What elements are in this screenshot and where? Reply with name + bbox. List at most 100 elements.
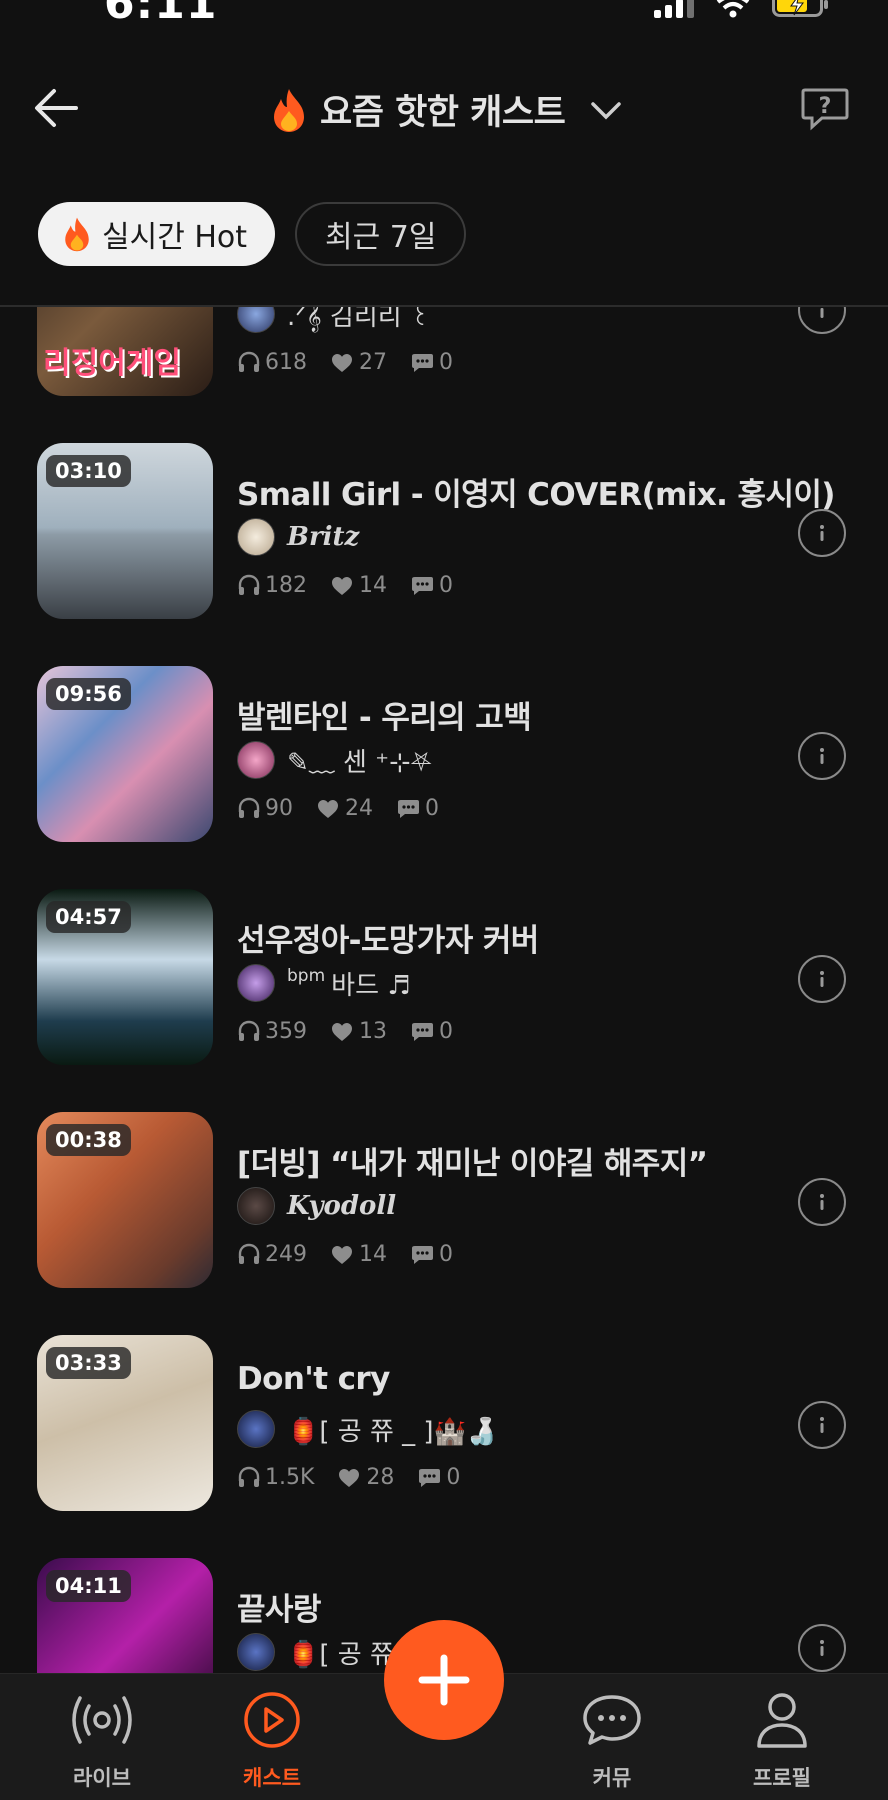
info-button[interactable] <box>798 955 846 1003</box>
status-bar: 6:11 <box>0 0 888 29</box>
list-item[interactable]: 리징어게임 .ᐟ𝄞 김리리 ꒰ 618 27 0 <box>0 307 888 443</box>
cast-title[interactable]: [더빙] “내가 재미난 이야길 해주지” <box>237 1138 708 1183</box>
author[interactable]: 🏮[ 공 쮸 _ ]🏰🍶 <box>237 1410 498 1448</box>
heart-icon <box>318 799 338 818</box>
help-icon: ? <box>801 88 849 131</box>
tab-profile[interactable]: 프로필 <box>722 1690 842 1792</box>
info-button[interactable] <box>798 732 846 780</box>
community-icon <box>583 1695 641 1745</box>
author[interactable]: Britz <box>237 518 359 556</box>
create-button[interactable] <box>384 1620 504 1740</box>
headphones-icon <box>238 1243 260 1264</box>
chip-recent-7-days[interactable]: 최근 7일 <box>295 202 467 266</box>
comment-icon <box>419 1468 441 1487</box>
cast-thumbnail[interactable]: 03:33 <box>37 1335 213 1511</box>
stat-value: 13 <box>359 1019 387 1044</box>
cast-thumbnail[interactable]: 리징어게임 <box>37 307 213 396</box>
author[interactable]: .ᐟ𝄞 김리리 ꒰ <box>237 307 430 333</box>
like-count[interactable]: 14 <box>329 573 387 598</box>
tab-community[interactable]: 커뮤 <box>552 1690 672 1792</box>
stat-value: 0 <box>439 1242 453 1267</box>
heart-icon <box>332 353 352 372</box>
list-item[interactable]: 09:56 발렌타인 - 우리의 고백 ✎﹏ 센 ⁺⊹⛧ 90 24 0 <box>0 666 888 889</box>
comment-icon <box>398 799 419 818</box>
cast-list[interactable]: 리징어게임 .ᐟ𝄞 김리리 ꒰ 618 27 0 03:10 Small Girl - 이영… <box>0 307 888 1674</box>
like-count[interactable]: 27 <box>329 350 387 375</box>
comment-count[interactable]: 0 <box>409 1019 453 1044</box>
author-name: 🏮[ 공 쮸 <box>287 1639 394 1670</box>
fire-icon <box>274 88 304 132</box>
wifi-icon <box>716 0 750 18</box>
info-button[interactable] <box>798 1401 846 1449</box>
cast-thumbnail[interactable]: 04:11 <box>37 1558 213 1674</box>
cast-thumbnail[interactable]: 04:57 <box>37 889 213 1065</box>
cast-thumbnail[interactable]: 03:10 <box>37 443 213 619</box>
cast-stats: 90 24 0 <box>237 796 439 821</box>
comment-count[interactable]: 0 <box>416 1465 460 1490</box>
comment-count[interactable]: 0 <box>409 573 453 598</box>
comment-icon <box>412 353 433 372</box>
cast-title[interactable]: 발렌타인 - 우리의 고백 <box>237 692 532 737</box>
list-item[interactable]: 04:57 선우정아-도망가자 커버 bpm 바드 ♬ 359 13 0 <box>0 889 888 1112</box>
back-button[interactable] <box>30 82 82 134</box>
comment-count[interactable]: 0 <box>409 1242 453 1267</box>
comment-count[interactable]: 0 <box>395 796 439 821</box>
like-count[interactable]: 14 <box>329 1242 387 1267</box>
tab-live[interactable]: 라이브 <box>42 1690 162 1792</box>
list-item[interactable]: 03:10 Small Girl - 이영지 COVER(mix. 홍시이) Bri… <box>0 443 888 666</box>
back-arrow-icon <box>35 89 78 127</box>
chip-realtime-hot[interactable]: 실시간 Hot <box>38 202 276 266</box>
cast-title[interactable]: Small Girl - 이영지 COVER(mix. 홍시이) <box>237 469 835 514</box>
tab-label: 캐스트 <box>243 1766 301 1790</box>
author[interactable]: 🏮[ 공 쮸 <box>237 1633 394 1671</box>
cast-title[interactable]: 선우정아-도망가자 커버 <box>237 915 539 960</box>
signal-icon <box>654 0 694 18</box>
comment-count[interactable]: 0 <box>409 350 453 375</box>
list-item[interactable]: 03:33 Don't cry 🏮[ 공 쮸 _ ]🏰🍶 1.5K 28 0 <box>0 1335 888 1558</box>
cast-title[interactable]: Don't cry <box>237 1361 390 1397</box>
tab-cast[interactable]: 캐스트 <box>212 1690 332 1792</box>
author-name: .ᐟ𝄞 김리리 ꒰ <box>287 307 431 332</box>
cast-stats: 1.5K 28 0 <box>237 1465 460 1490</box>
info-button[interactable] <box>798 509 846 557</box>
tab-label: 라이브 <box>73 1766 131 1790</box>
like-count[interactable]: 28 <box>336 1465 394 1490</box>
like-count[interactable]: 13 <box>329 1019 387 1044</box>
author[interactable]: ✎﹏ 센 ⁺⊹⛧ <box>237 741 432 779</box>
info-icon <box>820 525 824 541</box>
live-icon <box>72 1696 132 1744</box>
stat-value: 0 <box>446 1465 461 1490</box>
info-icon <box>820 1640 824 1656</box>
headphones-icon <box>238 574 260 595</box>
stat-value: 0 <box>439 350 453 375</box>
info-button[interactable] <box>798 307 846 334</box>
headphones-icon <box>238 1466 260 1487</box>
stat-value: 0 <box>439 573 453 598</box>
profile-icon <box>757 1693 807 1748</box>
avatar <box>237 1633 275 1671</box>
info-button[interactable] <box>798 1178 846 1226</box>
author-name: Britz <box>287 522 360 552</box>
list-item[interactable]: 00:38 [더빙] “내가 재미난 이야길 해주지” Kyodoll 249 14 0 <box>0 1112 888 1335</box>
info-button[interactable] <box>798 1624 846 1672</box>
cast-thumbnail[interactable]: 09:56 <box>37 666 213 842</box>
title-dropdown[interactable]: 요즘 핫한 캐스트 <box>270 84 623 135</box>
avatar <box>237 307 275 333</box>
listen-count: 249 <box>237 1242 307 1267</box>
heart-icon <box>332 576 352 595</box>
cast-title[interactable]: 끝사랑 <box>237 1584 321 1629</box>
cast-thumbnail[interactable]: 00:38 <box>37 1112 213 1288</box>
headphones-icon <box>238 351 260 372</box>
author[interactable]: bpm 바드 ♬ <box>237 964 411 1002</box>
listen-count: 359 <box>237 1019 307 1044</box>
info-icon <box>820 308 824 318</box>
listen-count: 618 <box>237 350 307 375</box>
author[interactable]: Kyodoll <box>237 1187 396 1225</box>
like-count[interactable]: 24 <box>315 796 373 821</box>
avatar <box>237 1410 275 1448</box>
help-button[interactable]: ? <box>800 84 850 132</box>
app-screen: 6:11 요즘 핫한 캐스트 ? 실시간 Hot 최근 7일 리징어게임 .ᐟ𝄞… <box>0 0 888 1800</box>
plus-icon <box>418 1654 470 1706</box>
stat-value: 0 <box>439 1019 453 1044</box>
stat-value: 359 <box>265 1019 307 1044</box>
